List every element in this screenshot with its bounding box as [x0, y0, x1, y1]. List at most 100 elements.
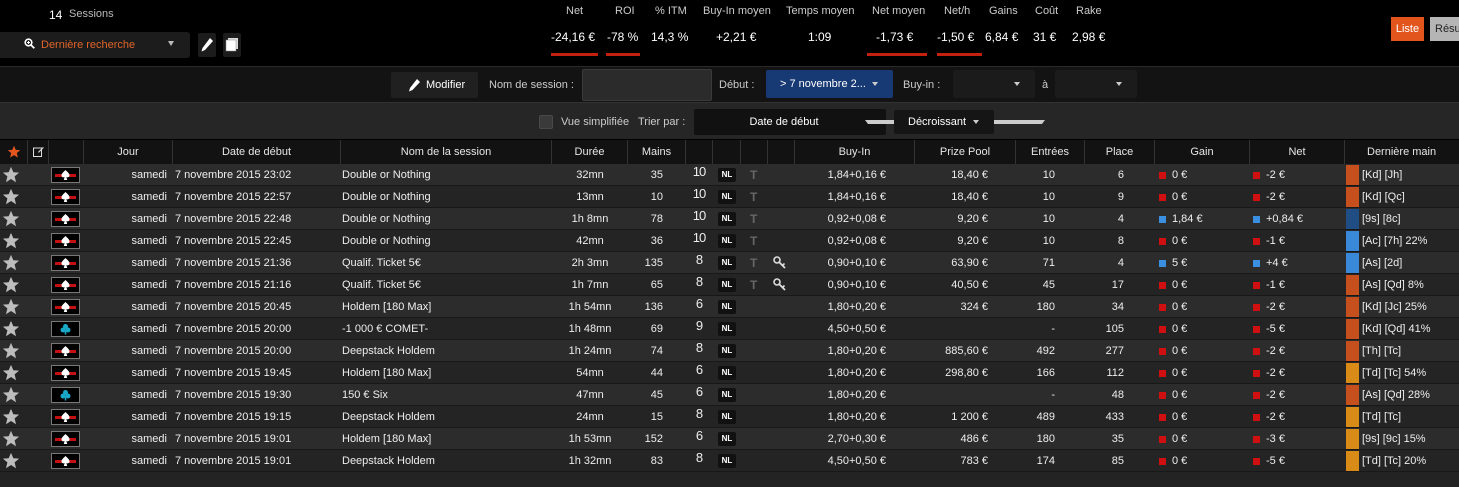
column-table-size[interactable] — [686, 140, 713, 164]
favorite-star-icon[interactable] — [2, 254, 20, 272]
favorite-star-icon[interactable] — [2, 430, 20, 448]
table-row[interactable]: samedi 7 novembre 2015 19:01 Deepstack Hol… — [0, 450, 1459, 472]
cell-table-size: 9 — [695, 318, 703, 333]
cell-prize-pool: 18,40 € — [951, 191, 988, 203]
net-loss-indicator — [1253, 172, 1260, 179]
column-favorite[interactable] — [0, 140, 28, 164]
favorite-star-icon[interactable] — [2, 210, 20, 228]
column-net[interactable]: Net — [1250, 140, 1345, 164]
game-type-badge: NL — [718, 190, 736, 204]
game-type-badge: NL — [718, 388, 736, 402]
table-row[interactable]: samedi 7 novembre 2015 22:57 Double or Not… — [0, 186, 1459, 208]
list-view-button[interactable]: Liste — [1391, 17, 1424, 41]
game-type-badge: NL — [718, 278, 736, 292]
zoom-icon — [24, 38, 35, 49]
search-dropdown[interactable]: Dernière recherche — [0, 32, 190, 58]
cell-last-hand: [Td] [Tc] 54% — [1362, 367, 1427, 379]
summary-view-button[interactable]: Résumé — [1430, 17, 1459, 41]
column-duration[interactable]: Durée — [552, 140, 628, 164]
session-name-input[interactable] — [582, 69, 712, 101]
table-row[interactable]: samedi 7 novembre 2015 20:45 Holdem [180 M… — [0, 296, 1459, 318]
column-buyin[interactable]: Buy-In — [795, 140, 915, 164]
sort-by-dropdown[interactable]: Date de début — [694, 109, 1045, 135]
cell-duration: 1h 7mn — [571, 279, 609, 291]
favorite-star-icon[interactable] — [2, 232, 20, 250]
favorite-star-icon[interactable] — [2, 166, 20, 184]
cell-date: 7 novembre 2015 22:48 — [175, 213, 292, 225]
room-logo — [51, 453, 80, 469]
notes-button[interactable] — [223, 33, 241, 57]
column-room[interactable] — [49, 140, 84, 164]
game-type-badge: NL — [718, 432, 736, 446]
negative-indicator — [867, 53, 927, 56]
modify-filter-button[interactable]: Modifier — [391, 72, 478, 98]
cell-entries: 45 — [1042, 279, 1055, 291]
gain-loss-indicator — [1159, 326, 1166, 333]
column-date[interactable]: Date de début — [173, 140, 341, 164]
column-entries[interactable]: Entrées — [1016, 140, 1085, 164]
stat-label: Net moyen — [872, 5, 926, 17]
turbo-icon: T — [750, 278, 758, 292]
cell-buyin: 1,84+0,16 € — [827, 191, 886, 203]
edit-search-button[interactable] — [198, 33, 216, 57]
column-game[interactable] — [713, 140, 741, 164]
buyin-min-dropdown[interactable] — [953, 70, 1035, 98]
favorite-star-icon[interactable] — [2, 276, 20, 294]
room-spade-icon — [55, 434, 76, 444]
cell-table-size: 10 — [692, 208, 706, 223]
net-loss-indicator — [1253, 414, 1260, 421]
favorite-star-icon[interactable] — [2, 342, 20, 360]
column-ticket[interactable] — [768, 140, 795, 164]
cell-gain: 0 € — [1172, 191, 1188, 203]
column-prize-pool[interactable]: Prize Pool — [915, 140, 1016, 164]
buyin-max-dropdown[interactable] — [1055, 70, 1137, 98]
table-row[interactable]: samedi 7 novembre 2015 20:00 Deepstack Hol… — [0, 340, 1459, 362]
chevron-down-icon — [1116, 82, 1122, 86]
cell-gain: 0 € — [1172, 169, 1188, 181]
table-row[interactable]: samedi 7 novembre 2015 19:30 150 € Six 47mn… — [0, 384, 1459, 406]
room-spade-icon — [55, 258, 76, 268]
table-row[interactable]: samedi 7 novembre 2015 19:15 Deepstack Hol… — [0, 406, 1459, 428]
table-row[interactable]: samedi 7 novembre 2015 22:48 Double or Not… — [0, 208, 1459, 230]
column-edit[interactable] — [28, 140, 49, 164]
favorite-star-icon[interactable] — [2, 188, 20, 206]
column-hands[interactable]: Mains — [628, 140, 686, 164]
cell-session-name: Holdem [180 Max] — [342, 301, 432, 313]
cell-place: 112 — [1106, 367, 1124, 379]
column-type[interactable] — [741, 140, 768, 164]
sessions-table: Jour Date de début Nom de la session Dur… — [0, 140, 1459, 487]
table-row[interactable]: samedi 7 novembre 2015 22:45 Double or Not… — [0, 230, 1459, 252]
table-row[interactable]: samedi 7 novembre 2015 23:02 Double or Not… — [0, 164, 1459, 186]
column-gain[interactable]: Gain — [1155, 140, 1250, 164]
table-row[interactable]: samedi 7 novembre 2015 21:36 Qualif. Ticke… — [0, 252, 1459, 274]
column-jour[interactable]: Jour — [84, 140, 173, 164]
cell-date: 7 novembre 2015 21:16 — [175, 279, 292, 291]
favorite-star-icon[interactable] — [2, 452, 20, 470]
cell-jour: samedi — [131, 191, 167, 203]
sort-order-dropdown[interactable]: Décroissant — [894, 110, 994, 134]
column-place[interactable]: Place — [1085, 140, 1155, 164]
favorite-star-icon[interactable] — [2, 364, 20, 382]
cell-buyin: 1,80+0,20 € — [827, 301, 886, 313]
start-date-dropdown[interactable]: > 7 novembre 2... — [766, 70, 893, 98]
sort-by-label: Trier par : — [638, 116, 686, 128]
column-session-name[interactable]: Nom de la session — [341, 140, 552, 164]
favorite-star-icon[interactable] — [2, 408, 20, 426]
sessions-label: Sessions — [69, 8, 114, 20]
favorite-star-icon[interactable] — [2, 320, 20, 338]
column-last-hand[interactable]: Dernière main — [1345, 140, 1459, 164]
cell-place: 6 — [1117, 169, 1124, 181]
simplified-view-checkbox[interactable] — [539, 115, 553, 129]
net-loss-indicator — [1253, 436, 1260, 443]
favorite-star-icon[interactable] — [2, 386, 20, 404]
favorite-star-icon[interactable] — [2, 298, 20, 316]
table-row[interactable]: samedi 7 novembre 2015 19:01 Holdem [180 M… — [0, 428, 1459, 450]
cell-last-hand: [Th] [Tc] — [1362, 345, 1402, 357]
table-row[interactable]: samedi 7 novembre 2015 19:45 Holdem [180 M… — [0, 362, 1459, 384]
table-row[interactable]: samedi 7 novembre 2015 20:00 -1 000 € COME… — [0, 318, 1459, 340]
table-row[interactable]: samedi 7 novembre 2015 21:16 Qualif. Ticke… — [0, 274, 1459, 296]
cell-buyin: 0,92+0,08 € — [827, 213, 886, 225]
room-logo — [51, 189, 80, 205]
cell-table-size: 10 — [692, 230, 706, 245]
sessions-count: 14 — [49, 8, 63, 22]
